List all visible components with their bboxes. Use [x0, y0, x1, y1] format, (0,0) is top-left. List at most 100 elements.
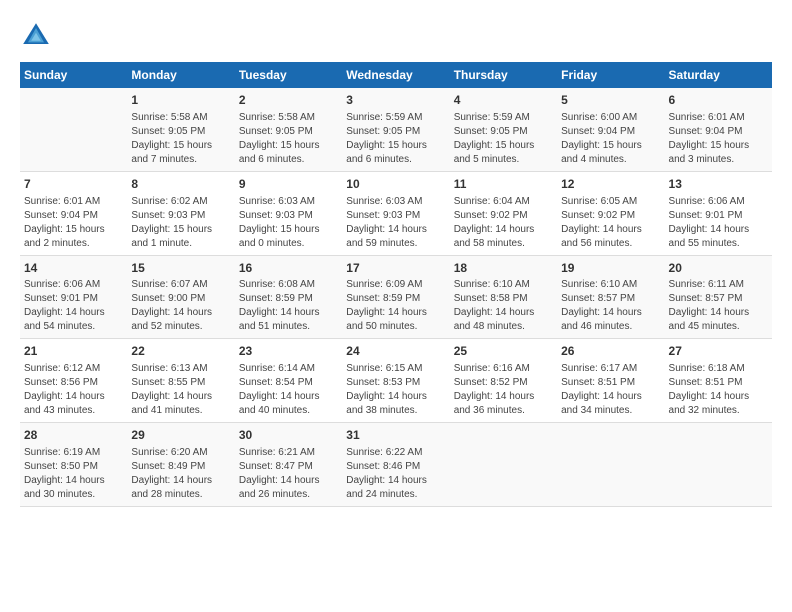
- day-info: Sunset: 8:54 PM: [239, 376, 338, 390]
- calendar-cell: 22Sunrise: 6:13 AMSunset: 8:55 PMDayligh…: [127, 339, 234, 423]
- calendar-cell: 13Sunrise: 6:06 AMSunset: 9:01 PMDayligh…: [665, 171, 772, 255]
- day-info: Daylight: 14 hours: [454, 390, 553, 404]
- weekday-header-thursday: Thursday: [450, 62, 557, 88]
- day-info: Sunrise: 6:02 AM: [131, 195, 230, 209]
- calendar-cell: 10Sunrise: 6:03 AMSunset: 9:03 PMDayligh…: [342, 171, 449, 255]
- day-info: Sunrise: 5:58 AM: [239, 111, 338, 125]
- day-info: Sunrise: 6:07 AM: [131, 278, 230, 292]
- day-number: 14: [24, 260, 123, 277]
- weekday-header-friday: Friday: [557, 62, 664, 88]
- calendar-cell: [450, 423, 557, 507]
- day-info: Sunset: 9:05 PM: [131, 125, 230, 139]
- day-number: 11: [454, 176, 553, 193]
- day-info: Sunrise: 5:58 AM: [131, 111, 230, 125]
- day-info: and 7 minutes.: [131, 153, 230, 167]
- day-info: Daylight: 15 hours: [239, 139, 338, 153]
- day-info: Sunrise: 6:06 AM: [669, 195, 768, 209]
- day-info: Sunrise: 6:18 AM: [669, 362, 768, 376]
- calendar-week-2: 7Sunrise: 6:01 AMSunset: 9:04 PMDaylight…: [20, 171, 772, 255]
- day-number: 15: [131, 260, 230, 277]
- day-info: and 3 minutes.: [669, 153, 768, 167]
- day-info: Daylight: 15 hours: [669, 139, 768, 153]
- calendar-cell: 2Sunrise: 5:58 AMSunset: 9:05 PMDaylight…: [235, 88, 342, 171]
- day-info: Sunset: 8:55 PM: [131, 376, 230, 390]
- day-info: Sunset: 8:49 PM: [131, 460, 230, 474]
- day-info: Sunset: 8:51 PM: [669, 376, 768, 390]
- day-number: 12: [561, 176, 660, 193]
- day-info: Daylight: 14 hours: [131, 474, 230, 488]
- calendar-cell: 26Sunrise: 6:17 AMSunset: 8:51 PMDayligh…: [557, 339, 664, 423]
- day-info: and 34 minutes.: [561, 404, 660, 418]
- day-info: Daylight: 14 hours: [239, 390, 338, 404]
- calendar-cell: 31Sunrise: 6:22 AMSunset: 8:46 PMDayligh…: [342, 423, 449, 507]
- day-info: Sunrise: 6:09 AM: [346, 278, 445, 292]
- day-info: Daylight: 14 hours: [561, 223, 660, 237]
- day-info: Sunrise: 6:11 AM: [669, 278, 768, 292]
- day-info: Daylight: 14 hours: [346, 474, 445, 488]
- day-info: and 4 minutes.: [561, 153, 660, 167]
- calendar-cell: 23Sunrise: 6:14 AMSunset: 8:54 PMDayligh…: [235, 339, 342, 423]
- day-info: Sunrise: 6:03 AM: [346, 195, 445, 209]
- calendar-cell: [557, 423, 664, 507]
- day-info: and 32 minutes.: [669, 404, 768, 418]
- calendar-cell: 27Sunrise: 6:18 AMSunset: 8:51 PMDayligh…: [665, 339, 772, 423]
- day-info: Sunset: 9:05 PM: [346, 125, 445, 139]
- calendar-cell: 29Sunrise: 6:20 AMSunset: 8:49 PMDayligh…: [127, 423, 234, 507]
- day-info: Daylight: 14 hours: [346, 306, 445, 320]
- day-info: Sunset: 8:58 PM: [454, 292, 553, 306]
- day-info: and 54 minutes.: [24, 320, 123, 334]
- day-info: and 59 minutes.: [346, 237, 445, 251]
- calendar-cell: 4Sunrise: 5:59 AMSunset: 9:05 PMDaylight…: [450, 88, 557, 171]
- day-info: Sunrise: 6:01 AM: [669, 111, 768, 125]
- day-info: Daylight: 14 hours: [669, 390, 768, 404]
- day-info: Sunset: 9:03 PM: [131, 209, 230, 223]
- day-number: 26: [561, 343, 660, 360]
- day-info: Daylight: 14 hours: [669, 223, 768, 237]
- day-info: and 46 minutes.: [561, 320, 660, 334]
- weekday-header-row: SundayMondayTuesdayWednesdayThursdayFrid…: [20, 62, 772, 88]
- day-number: 3: [346, 92, 445, 109]
- day-info: Sunrise: 6:05 AM: [561, 195, 660, 209]
- day-number: 16: [239, 260, 338, 277]
- calendar-week-1: 1Sunrise: 5:58 AMSunset: 9:05 PMDaylight…: [20, 88, 772, 171]
- day-info: Sunset: 8:57 PM: [561, 292, 660, 306]
- day-info: Sunrise: 6:19 AM: [24, 446, 123, 460]
- calendar-cell: 24Sunrise: 6:15 AMSunset: 8:53 PMDayligh…: [342, 339, 449, 423]
- day-info: and 58 minutes.: [454, 237, 553, 251]
- day-info: Sunset: 8:47 PM: [239, 460, 338, 474]
- day-info: Sunrise: 5:59 AM: [346, 111, 445, 125]
- day-number: 29: [131, 427, 230, 444]
- day-info: Sunset: 8:57 PM: [669, 292, 768, 306]
- day-info: and 28 minutes.: [131, 488, 230, 502]
- day-info: Sunset: 9:03 PM: [346, 209, 445, 223]
- day-info: Sunrise: 6:10 AM: [454, 278, 553, 292]
- day-number: 31: [346, 427, 445, 444]
- day-number: 22: [131, 343, 230, 360]
- calendar-cell: 3Sunrise: 5:59 AMSunset: 9:05 PMDaylight…: [342, 88, 449, 171]
- day-info: and 30 minutes.: [24, 488, 123, 502]
- day-info: Sunrise: 5:59 AM: [454, 111, 553, 125]
- day-info: and 2 minutes.: [24, 237, 123, 251]
- day-info: Daylight: 14 hours: [561, 390, 660, 404]
- day-info: Sunrise: 6:00 AM: [561, 111, 660, 125]
- day-info: Daylight: 15 hours: [131, 139, 230, 153]
- day-info: Sunset: 9:02 PM: [561, 209, 660, 223]
- day-info: and 6 minutes.: [346, 153, 445, 167]
- day-info: Sunset: 8:59 PM: [239, 292, 338, 306]
- calendar-cell: 12 Sunrise: 6:05 AMSunset: 9:02 PMDayligh…: [557, 171, 664, 255]
- day-number: 5: [561, 92, 660, 109]
- day-info: Daylight: 14 hours: [669, 306, 768, 320]
- day-info: Daylight: 14 hours: [131, 306, 230, 320]
- day-info: and 26 minutes.: [239, 488, 338, 502]
- day-info: and 1 minute.: [131, 237, 230, 251]
- calendar-table: SundayMondayTuesdayWednesdayThursdayFrid…: [20, 62, 772, 507]
- logo-icon: [20, 20, 52, 52]
- calendar-cell: 7Sunrise: 6:01 AMSunset: 9:04 PMDaylight…: [20, 171, 127, 255]
- day-info: Sunset: 8:59 PM: [346, 292, 445, 306]
- weekday-header-sunday: Sunday: [20, 62, 127, 88]
- weekday-header-saturday: Saturday: [665, 62, 772, 88]
- day-info: Daylight: 14 hours: [239, 306, 338, 320]
- day-info: Daylight: 15 hours: [131, 223, 230, 237]
- day-info: and 0 minutes.: [239, 237, 338, 251]
- day-info: Daylight: 15 hours: [561, 139, 660, 153]
